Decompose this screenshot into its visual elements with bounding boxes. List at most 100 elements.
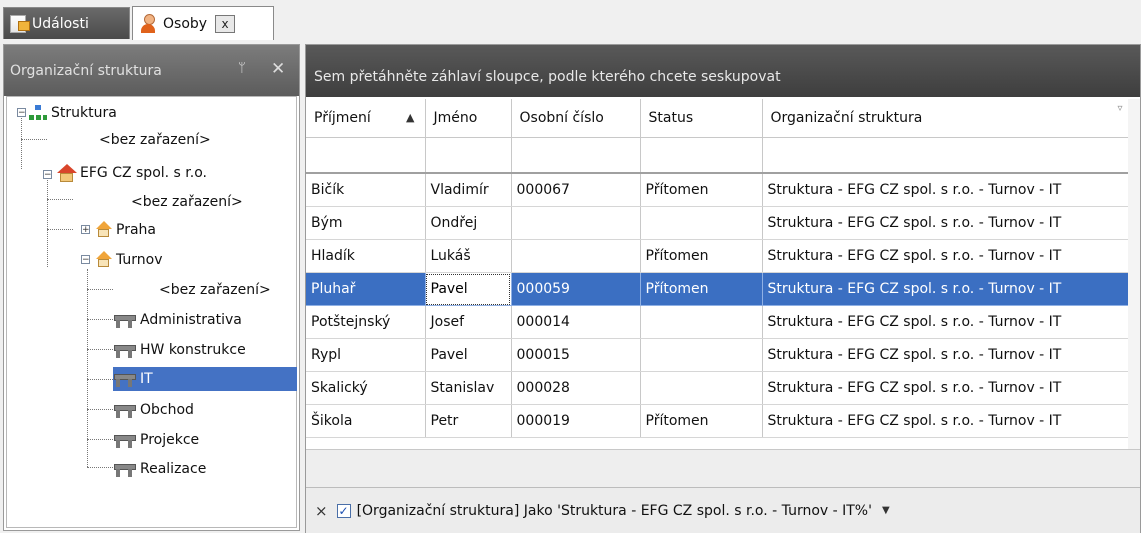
table-cell[interactable]: Přítomen — [640, 173, 763, 207]
tree-node-unassigned[interactable]: <bez zařazení> — [131, 190, 243, 214]
filter-cell[interactable] — [425, 137, 512, 174]
filter-expression[interactable]: [Organizační struktura] Jako 'Struktura … — [357, 503, 872, 519]
table-cell[interactable]: 000028 — [511, 371, 641, 405]
table-cell[interactable] — [640, 305, 763, 339]
table-cell[interactable]: Struktura - EFG CZ spol. s r.o. - Turnov… — [762, 239, 1130, 273]
tree-node-unassigned[interactable]: <bez zařazení> — [99, 128, 211, 152]
desk-icon — [113, 431, 137, 449]
expand-toggle[interactable]: + — [81, 225, 90, 235]
table-cell[interactable]: Skalický — [306, 371, 426, 405]
table-cell[interactable]: 000019 — [511, 404, 641, 438]
tree-node-praha[interactable]: Praha — [95, 218, 156, 242]
org-structure-panel: Organizační struktura ᛘ ✕ − Struktura <b… — [3, 44, 300, 531]
table-cell[interactable]: Ondřej — [425, 206, 512, 240]
table-cell[interactable]: Pavel — [425, 272, 512, 306]
column-header-prijmeni[interactable]: Příjmení ▲ — [306, 99, 426, 138]
table-row[interactable]: Šikola Petr 000019 Přítomen Struktura - EFG … — [306, 404, 1130, 438]
table-cell[interactable]: Struktura - EFG CZ spol. s r.o. - Turnov… — [762, 338, 1130, 372]
filter-enabled-checkbox[interactable]: ✓ — [336, 503, 351, 518]
table-cell[interactable]: Struktura - EFG CZ spol. s r.o. - Turnov… — [762, 404, 1130, 438]
tree-node-turnov[interactable]: Turnov — [95, 248, 163, 272]
tab-osoby[interactable]: Osoby x — [132, 6, 274, 40]
tree-node-unassigned[interactable]: <bez zařazení> — [159, 278, 271, 302]
table-cell[interactable]: 000015 — [511, 338, 641, 372]
person-icon — [139, 13, 157, 34]
table-cell[interactable]: Pavel — [425, 338, 512, 372]
table-cell[interactable]: Bičík — [306, 173, 426, 207]
persons-table: Příjmení ▲ Jméno Osobní číslo Status Orga… — [306, 99, 1130, 438]
pin-icon[interactable]: ᛘ — [238, 61, 246, 76]
filter-panel: × ✓ [Organizační struktura] Jako 'Strukt… — [306, 487, 1140, 533]
table-cell[interactable]: Hladík — [306, 239, 426, 273]
clear-filter-button[interactable]: × — [315, 502, 328, 520]
tree-node-obchod[interactable]: Obchod — [113, 398, 194, 422]
table-cell[interactable] — [640, 206, 763, 240]
table-cell[interactable]: Přítomen — [640, 239, 763, 273]
table-cell[interactable]: 000059 — [511, 272, 641, 306]
close-icon[interactable]: ✕ — [271, 59, 285, 79]
desk-icon — [113, 460, 137, 478]
table-cell[interactable] — [640, 338, 763, 372]
tree-node-hw-konstrukce[interactable]: HW konstrukce — [113, 338, 246, 362]
tree-node-administrativa[interactable]: Administrativa — [113, 308, 242, 332]
column-header-osobni-cislo[interactable]: Osobní číslo — [511, 99, 641, 138]
column-header-org-struktura[interactable]: Organizační struktura ▿ — [762, 99, 1130, 138]
table-cell[interactable]: Stanislav — [425, 371, 512, 405]
filter-cell[interactable] — [762, 137, 1130, 174]
tree-node-company[interactable]: EFG CZ spol. s r.o. — [55, 161, 207, 185]
group-by-panel[interactable]: Sem přetáhněte záhlaví sloupce, podle kt… — [306, 45, 1140, 97]
collapse-toggle[interactable]: − — [43, 170, 52, 180]
tree-node-label: Projekce — [140, 432, 200, 448]
table-cell[interactable]: Přítomen — [640, 272, 763, 306]
table-row[interactable]: Rypl Pavel 000015 Struktura - EFG CZ spol. … — [306, 338, 1130, 372]
house-icon — [95, 221, 113, 239]
table-row[interactable]: Bým Ondřej Struktura - EFG CZ spol. s r.o.… — [306, 206, 1130, 240]
tree-node-label: Realizace — [140, 461, 207, 477]
close-tab-button[interactable]: x — [215, 14, 236, 33]
table-cell[interactable]: Struktura - EFG CZ spol. s r.o. - Turnov… — [762, 173, 1130, 207]
collapse-toggle[interactable]: − — [81, 255, 90, 265]
table-cell[interactable]: Struktura - EFG CZ spol. s r.o. - Turnov… — [762, 371, 1130, 405]
chevron-down-icon[interactable]: ▼ — [882, 505, 890, 516]
filter-cell[interactable] — [511, 137, 641, 174]
table-row[interactable]: Potštejnský Josef 000014 Struktura - EFG CZ… — [306, 305, 1130, 339]
tree-node-realizace[interactable]: Realizace — [113, 457, 206, 481]
table-cell[interactable]: Potštejnský — [306, 305, 426, 339]
panel-title: Organizační struktura — [10, 63, 162, 79]
table-cell[interactable] — [511, 206, 641, 240]
tab-udalosti[interactable]: Události — [3, 7, 130, 39]
tree-node-label: Administrativa — [140, 312, 242, 328]
table-row[interactable]: Pluhař Pavel 000059 Přítomen Struktura - EFG… — [306, 272, 1130, 306]
table-cell[interactable]: Pluhař — [306, 272, 426, 306]
column-header-jmeno[interactable]: Jméno — [425, 99, 512, 138]
filter-cell[interactable] — [640, 137, 763, 174]
table-cell[interactable]: Struktura - EFG CZ spol. s r.o. - Turnov… — [762, 272, 1130, 306]
table-cell[interactable]: Petr — [425, 404, 512, 438]
table-cell[interactable] — [640, 371, 763, 405]
collapse-toggle[interactable]: − — [17, 108, 26, 118]
filter-cell[interactable] — [306, 137, 426, 174]
table-cell[interactable]: Lukáš — [425, 239, 512, 273]
table-cell[interactable]: Šikola — [306, 404, 426, 438]
column-header-status[interactable]: Status — [640, 99, 763, 138]
table-cell[interactable] — [511, 239, 641, 273]
tree-node-it[interactable]: IT — [113, 367, 297, 391]
table-cell[interactable]: Bým — [306, 206, 426, 240]
table-row[interactable]: Skalický Stanislav 000028 Struktura - EFG C… — [306, 371, 1130, 405]
table-cell[interactable]: Josef — [425, 305, 512, 339]
table-cell[interactable]: Vladimír — [425, 173, 512, 207]
table-cell[interactable]: Struktura - EFG CZ spol. s r.o. - Turnov… — [762, 206, 1130, 240]
tree-node-struktura[interactable]: Struktura — [29, 101, 117, 125]
tab-strip: Události Osoby x — [0, 0, 1141, 40]
table-cell[interactable]: Struktura - EFG CZ spol. s r.o. - Turnov… — [762, 305, 1130, 339]
table-row[interactable]: Hladík Lukáš Přítomen Struktura - EFG CZ sp… — [306, 239, 1130, 273]
table-cell[interactable]: 000014 — [511, 305, 641, 339]
table-cell[interactable]: Rypl — [306, 338, 426, 372]
tree-node-label: IT — [140, 371, 153, 387]
table-cell[interactable]: 000067 — [511, 173, 641, 207]
table-row[interactable]: Bičík Vladimír 000067 Přítomen Struktura - E… — [306, 173, 1130, 207]
tree-node-projekce[interactable]: Projekce — [113, 428, 199, 452]
table-cell[interactable]: Přítomen — [640, 404, 763, 438]
vertical-scrollbar[interactable] — [1128, 99, 1140, 449]
filter-icon[interactable]: ▿ — [1117, 103, 1122, 114]
